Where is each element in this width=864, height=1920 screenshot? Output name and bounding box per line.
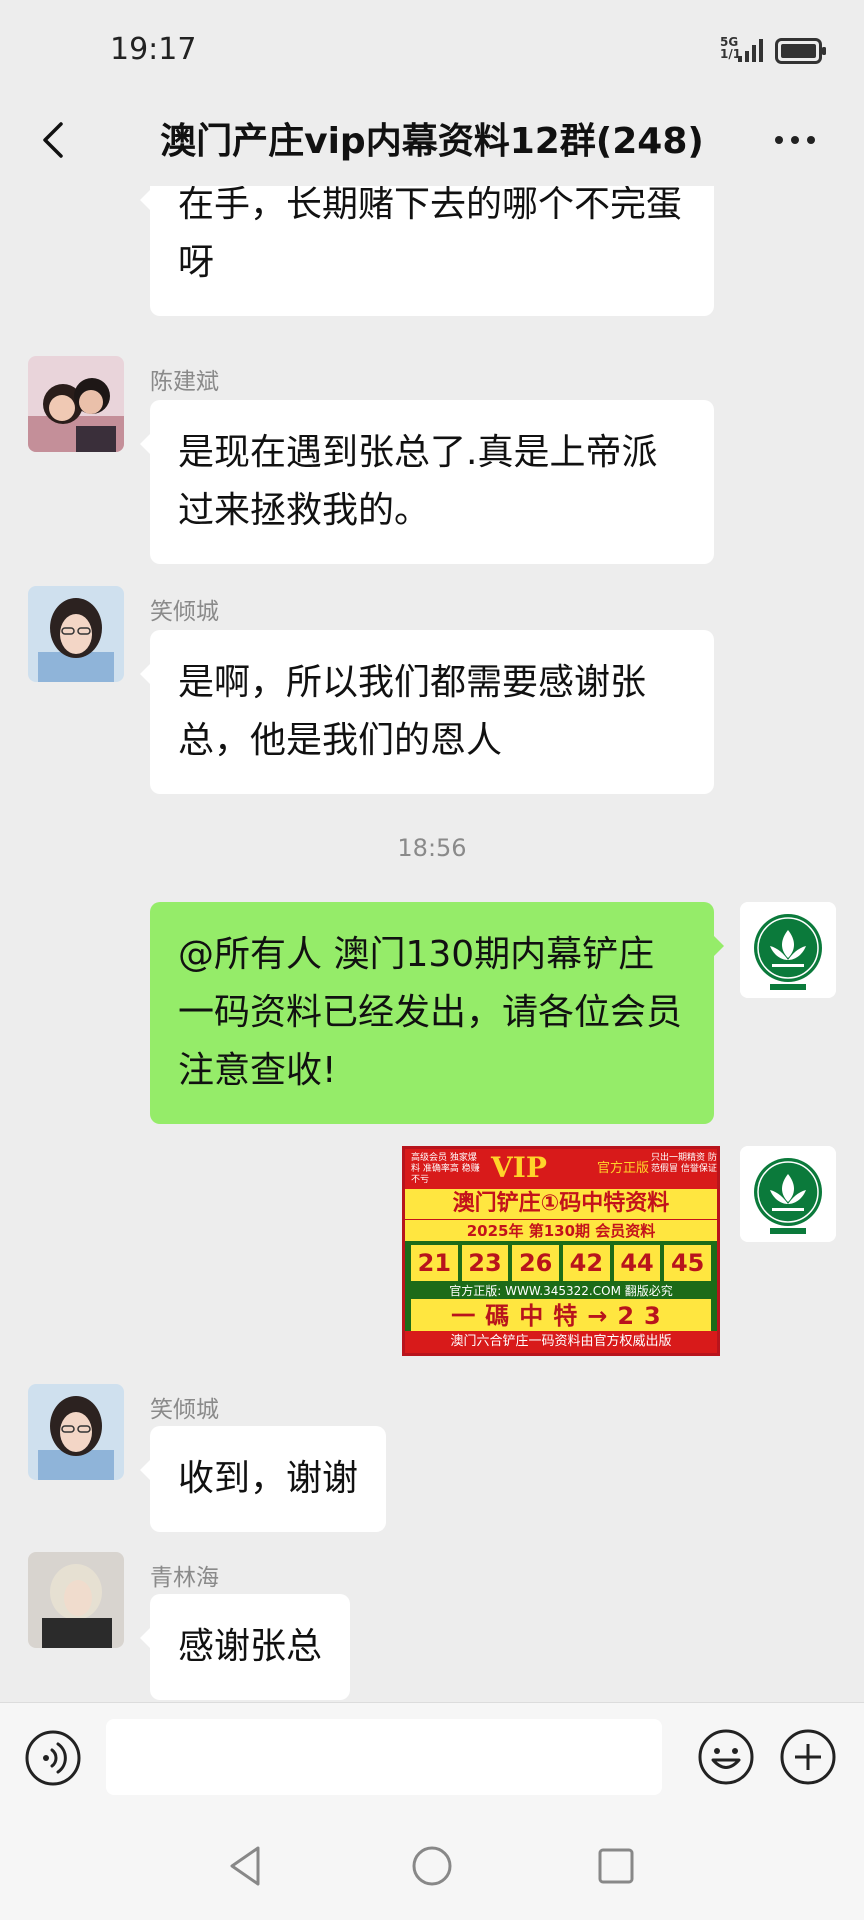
promo-image-content: 高级会员 独家爆料 准确率高 稳赚不亏 VIP 官方正版 只出一期精资 防范假冒… [402,1146,720,1356]
nav-back-icon[interactable] [222,1842,270,1890]
avatar[interactable] [28,1384,124,1480]
promo-site: 官方正版: WWW.345322.COM 翻版必究 [449,1284,673,1298]
promo-number: 45 [664,1245,712,1281]
promo-right-note: 只出一期精资 防范假冒 信誉保证 [651,1153,717,1174]
message-input[interactable] [106,1719,662,1795]
promo-number: 26 [512,1245,560,1281]
message-bubble[interactable]: 是现在遇到张总了.真是上帝派过来拯救我的。 [140,400,714,564]
sender-name: 青林海 [150,1565,219,1591]
avatar[interactable] [28,356,124,452]
macau-emblem-icon [740,902,836,998]
promo-version: 官方正版 [597,1161,650,1176]
input-bar [0,1702,864,1812]
title-bar: 澳门产庄vip内幕资料12群(248) [0,96,864,186]
avatar[interactable] [28,586,124,682]
signal-icon [738,39,763,62]
promo-vip: VIP [491,1151,547,1184]
promo-top-banner: 高级会员 独家爆料 准确率高 稳赚不亏 VIP 官方正版 只出一期精资 防范假冒… [405,1149,717,1189]
promo-period: 2025年 第130期 会员资料 [405,1219,717,1241]
message-bubble[interactable]: 在手，长期赌下去的哪个不完蛋呀 [140,186,714,316]
sender-name: 笑倾城 [150,1397,219,1423]
promo-headline: 澳门铲庄①码中特资料 [405,1189,717,1219]
promo-left-note: 高级会员 独家爆料 准确率高 稳赚不亏 [411,1153,480,1185]
back-button[interactable] [24,110,84,170]
promo-number: 23 [461,1245,509,1281]
promo-number: 42 [563,1245,610,1281]
nav-recent-icon[interactable] [592,1842,640,1890]
macau-emblem-icon [740,1146,836,1242]
message-bubble[interactable]: 收到，谢谢 [139,1426,387,1532]
message-bubble[interactable]: 感谢张总 [139,1594,351,1700]
promo-code: 一碼中特→23 [411,1299,711,1333]
status-time: 19:17 [110,32,197,67]
chat-title: 澳门产庄vip内幕资料12群(248) [160,121,704,162]
avatar-self[interactable] [740,1146,836,1242]
promo-footer: 澳门六合铲庄一码资料由官方权威出版 [405,1331,717,1353]
avatar[interactable] [28,1552,124,1648]
sender-name: 笑倾城 [150,599,219,625]
message-bubble-outgoing[interactable]: @所有人 澳门130期内幕铲庄一码资料已经发出，请各位会员注意查收! [150,902,724,1124]
avatar-self[interactable] [740,902,836,998]
back-arrow-icon [43,122,63,158]
voice-icon[interactable] [24,1729,82,1787]
more-dots-icon[interactable] [760,110,830,170]
timestamp: 18:56 [397,834,467,862]
plus-icon[interactable] [778,1727,838,1787]
promo-numbers: 21 23 26 42 44 45 [405,1241,717,1283]
status-bar: 19:17 5G 1/1 [0,0,864,96]
emoji-icon[interactable] [696,1727,756,1787]
system-nav-bar [0,1812,864,1920]
promo-number: 21 [411,1245,458,1281]
message-bubble[interactable]: 是啊，所以我们都需要感谢张总，他是我们的恩人 [140,630,714,794]
message-list: 在手，长期赌下去的哪个不完蛋呀 陈建斌 是现在遇到张总了.真是上帝派过来拯救我的… [0,186,864,1702]
battery-icon [775,38,826,64]
sender-name: 陈建斌 [150,369,219,395]
nav-home-icon[interactable] [408,1842,456,1890]
promo-number: 44 [613,1245,661,1281]
